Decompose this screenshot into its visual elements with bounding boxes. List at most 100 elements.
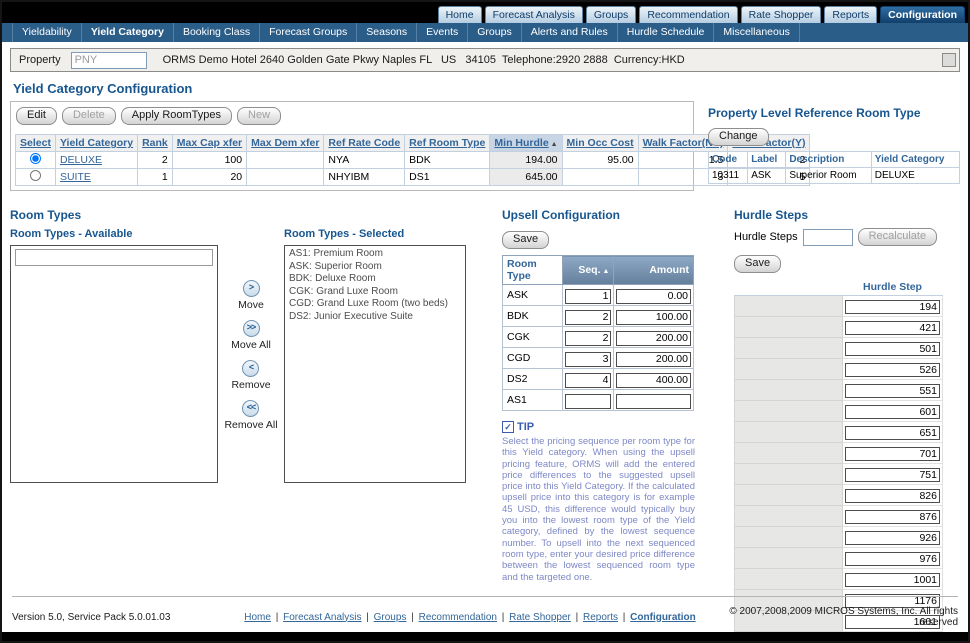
upsell-amount-input[interactable] [616, 289, 691, 304]
nav-item-seasons[interactable]: Seasons [357, 23, 417, 42]
nav-item-yieldability[interactable]: Yieldability [12, 23, 82, 42]
nav-item-miscellaneous[interactable]: Miscellaneous [714, 23, 800, 42]
yield-col-yield-category[interactable]: Yield Category [55, 135, 137, 152]
footer-link-reports[interactable]: Reports [583, 612, 618, 623]
nav-item-events[interactable]: Events [417, 23, 468, 42]
yield-col-max-cap-xfer[interactable]: Max Cap xfer [172, 135, 246, 152]
tab-forecast-analysis[interactable]: Forecast Analysis [485, 6, 583, 23]
upsell-seq-input[interactable] [565, 331, 612, 346]
ref-col-label: Label [748, 152, 786, 168]
nav-item-alerts-and-rules[interactable]: Alerts and Rules [522, 23, 618, 42]
hurdle-step-input[interactable] [845, 405, 940, 419]
footer-link-recommendation[interactable]: Recommendation [419, 612, 497, 623]
yield-col-select[interactable]: Select [16, 135, 56, 152]
tab-recommendation[interactable]: Recommendation [639, 6, 737, 23]
new-button[interactable]: New [237, 107, 281, 125]
room-type-option[interactable]: DS2: Junior Executive Suite [285, 311, 465, 324]
hurdle-save-button-top[interactable]: Save [734, 255, 781, 273]
yield-action-buttons: Edit Delete Apply RoomTypes New [16, 107, 689, 125]
property-info-text: ORMS Demo Hotel 2640 Golden Gate Pkwy Na… [163, 54, 685, 66]
room-types-selected-list[interactable]: AS1: Premium RoomASK: Superior RoomBDK: … [284, 245, 466, 483]
tab-rate-shopper[interactable]: Rate Shopper [741, 6, 822, 23]
upsell-amount-input[interactable] [616, 394, 691, 409]
upsell-seq-input[interactable] [565, 352, 612, 367]
upsell-amount-input[interactable] [616, 352, 691, 367]
upsell-seq-input[interactable] [565, 373, 612, 388]
room-type-option[interactable]: AS1: Premium Room [285, 248, 465, 261]
hurdle-step-input[interactable] [845, 384, 940, 398]
nav-item-forecast-groups[interactable]: Forecast Groups [260, 23, 357, 42]
tab-groups[interactable]: Groups [586, 6, 636, 23]
yield-col-ref-rate-code[interactable]: Ref Rate Code [324, 135, 405, 152]
nav-item-booking-class[interactable]: Booking Class [174, 23, 260, 42]
upsell-amount-input[interactable] [616, 331, 691, 346]
hurdle-step-input[interactable] [845, 468, 940, 482]
nav-item-hurdle-schedule[interactable]: Hurdle Schedule [618, 23, 715, 42]
upsell-amount-input[interactable] [616, 373, 691, 388]
remove-all-icon[interactable]: << [242, 400, 259, 417]
hurdle-step-input[interactable] [845, 447, 940, 461]
upsell-seq-input[interactable] [565, 310, 612, 325]
yield-col-min-hurdle[interactable]: Min Hurdle ▲ [490, 135, 562, 152]
hurdle-step-column-header[interactable]: Hurdle Step [843, 279, 943, 296]
yield-select-radio[interactable] [30, 170, 41, 181]
upsell-amount-input[interactable] [616, 310, 691, 325]
move-icon[interactable]: > [243, 280, 260, 297]
upsell-col-seq[interactable]: Seq.▲ [562, 256, 614, 285]
hurdle-step-input[interactable] [845, 321, 940, 335]
footer-link-rate-shopper[interactable]: Rate Shopper [509, 612, 571, 623]
hurdle-step-input[interactable] [845, 510, 940, 524]
upsell-seq-input[interactable] [565, 289, 612, 304]
room-type-option[interactable]: CGD: Grand Luxe Room (two beds) [285, 298, 465, 311]
yield-col-max-dem-xfer[interactable]: Max Dem xfer [247, 135, 324, 152]
hurdle-step-input[interactable] [845, 552, 940, 566]
tab-reports[interactable]: Reports [824, 6, 877, 23]
move-all-icon[interactable]: >> [243, 320, 260, 337]
configuration-nav-bar: YieldabilityYield CategoryBooking ClassF… [2, 23, 968, 42]
change-button[interactable]: Change [708, 128, 769, 146]
upsell-row: CGD [503, 348, 694, 369]
footer-link-groups[interactable]: Groups [374, 612, 407, 623]
yield-col-min-occ-cost[interactable]: Min Occ Cost [562, 135, 638, 152]
hurdle-step-input[interactable] [845, 342, 940, 356]
nav-item-groups[interactable]: Groups [468, 23, 521, 42]
nav-item-yield-category[interactable]: Yield Category [82, 23, 174, 42]
hurdle-step-input[interactable] [845, 573, 940, 587]
room-type-option[interactable]: CGK: Grand Luxe Room [285, 286, 465, 299]
upsell-col-amount[interactable]: Amount [614, 256, 694, 285]
hurdle-step-input[interactable] [845, 300, 940, 314]
footer-link-forecast-analysis[interactable]: Forecast Analysis [283, 612, 361, 623]
room-types-selected-title: Room Types - Selected [284, 228, 466, 240]
apply-roomtypes-button[interactable]: Apply RoomTypes [121, 107, 232, 125]
tab-home[interactable]: Home [438, 6, 482, 23]
edit-button[interactable]: Edit [16, 107, 57, 125]
reference-room-title: Property Level Reference Room Type [708, 106, 960, 120]
yield-col-ref-room-type[interactable]: Ref Room Type [405, 135, 490, 152]
delete-button[interactable]: Delete [62, 107, 116, 125]
room-types-available-list[interactable] [10, 245, 218, 483]
upsell-seq-input[interactable] [565, 394, 612, 409]
remove-icon[interactable]: < [242, 360, 259, 377]
top-section: Edit Delete Apply RoomTypes New SelectYield… [2, 101, 968, 191]
property-bar-handle[interactable] [942, 53, 956, 67]
room-types-available-title: Room Types - Available [10, 228, 218, 240]
property-code-input[interactable] [71, 52, 147, 69]
room-type-option[interactable]: BDK: Deluxe Room [285, 273, 465, 286]
upsell-save-button[interactable]: Save [502, 231, 549, 249]
hurdle-step-input[interactable] [845, 489, 940, 503]
room-type-option[interactable]: ASK: Superior Room [285, 261, 465, 274]
hurdle-step-input[interactable] [845, 426, 940, 440]
recalculate-button[interactable]: Recalculate [858, 228, 937, 246]
yield-select-radio[interactable] [30, 153, 41, 164]
yield-col-rank[interactable]: Rank [138, 135, 173, 152]
tab-configuration[interactable]: Configuration [880, 6, 965, 23]
hurdle-spacer-header [735, 279, 843, 296]
hurdle-steps-input[interactable] [803, 229, 853, 246]
footer-link-home[interactable]: Home [244, 612, 271, 623]
hurdle-step-input[interactable] [845, 363, 940, 377]
reference-room-table: CodeLabelDescriptionYield Category 10311… [708, 151, 960, 184]
yield-category-link[interactable]: SUITE [60, 171, 91, 183]
yield-category-link[interactable]: DELUXE [60, 154, 102, 166]
hurdle-step-input[interactable] [845, 531, 940, 545]
footer-link-configuration[interactable]: Configuration [630, 612, 696, 623]
